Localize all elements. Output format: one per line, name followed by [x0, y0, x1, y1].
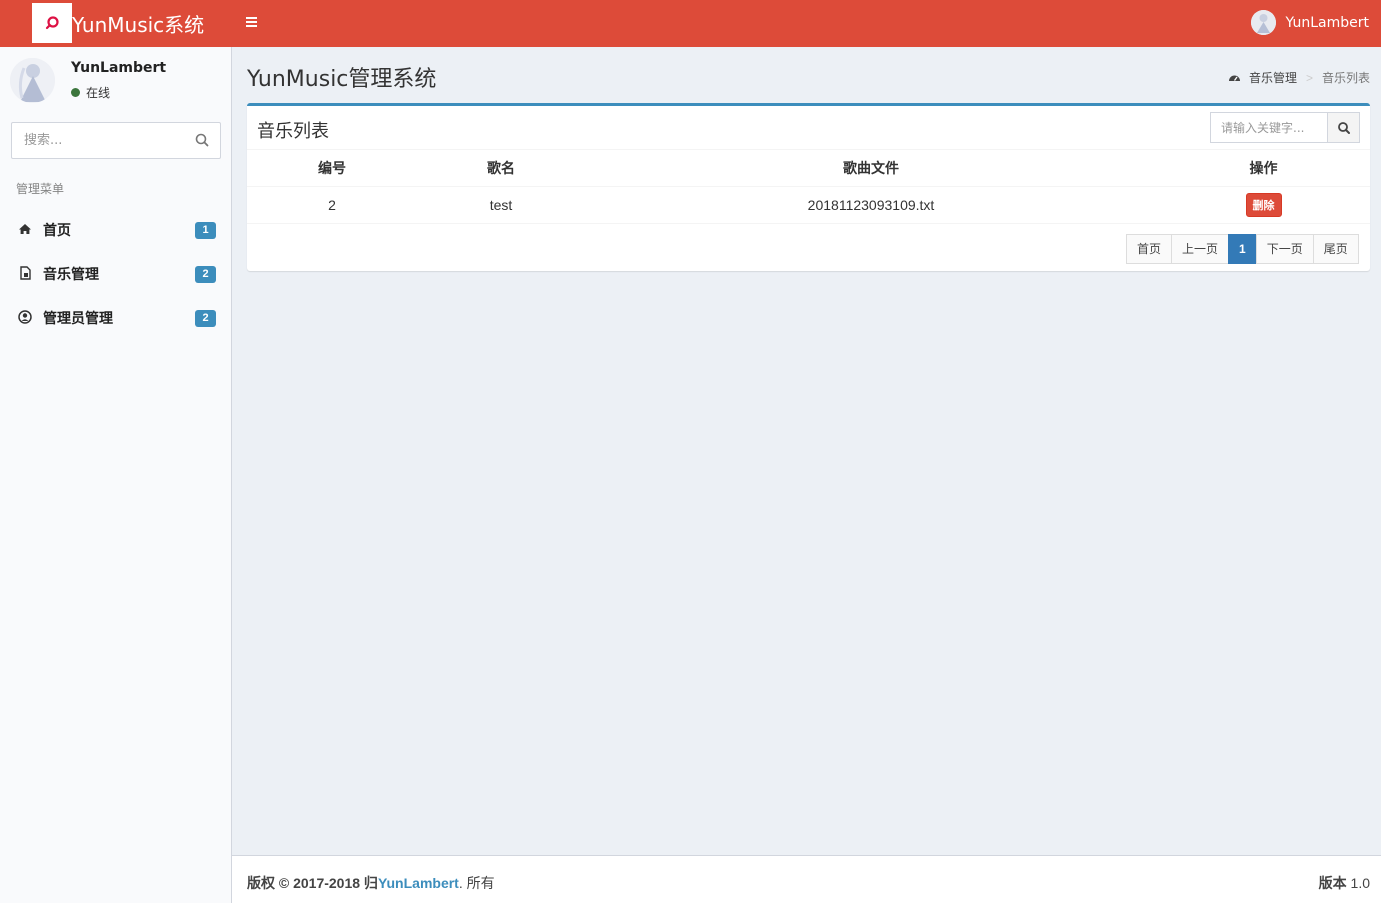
count-badge: 1: [195, 222, 216, 239]
copyright-suffix: . 所有: [458, 875, 495, 891]
sidebar-search-input[interactable]: [12, 123, 182, 158]
cell-file: 20181123093109.txt: [585, 186, 1157, 224]
version: 版本 1.0: [1319, 873, 1370, 893]
table-header-row: 编号 歌名 歌曲文件 操作: [247, 149, 1370, 187]
search-logo-icon: [45, 16, 59, 30]
sidebar-item-label: 音乐管理: [43, 266, 99, 282]
breadcrumb-parent[interactable]: 音乐管理: [1249, 69, 1297, 86]
breadcrumb-current: 音乐列表: [1321, 71, 1370, 85]
prev-page-button[interactable]: 上一页: [1171, 234, 1230, 264]
page-number-button[interactable]: 1: [1228, 234, 1257, 264]
user-panel: YunLambert 在线: [10, 56, 222, 106]
sidebar-item-admins[interactable]: 管理员管理 2: [0, 297, 231, 337]
version-value: 1.0: [1350, 875, 1370, 891]
dashboard-icon: [1228, 71, 1241, 84]
user-menu[interactable]: YunLambert: [1250, 10, 1369, 35]
online-status: 在线: [71, 84, 110, 101]
home-icon: [18, 222, 32, 236]
status-text: 在线: [86, 86, 111, 100]
search-icon[interactable]: [194, 132, 212, 150]
music-list-box: 音乐列表 编号 歌名 歌曲文件 操作 2 test 20181123093109…: [247, 103, 1370, 271]
delete-button[interactable]: 删除: [1245, 193, 1282, 217]
last-page-button[interactable]: 尾页: [1312, 234, 1359, 264]
logo[interactable]: [32, 3, 72, 43]
cell-name: test: [417, 186, 585, 224]
column-header: 编号: [247, 149, 417, 187]
avatar: [10, 58, 55, 103]
count-badge: 2: [195, 266, 216, 283]
table-row: 2 test 20181123093109.txt 删除: [247, 186, 1370, 224]
next-page-button[interactable]: 下一页: [1255, 234, 1314, 264]
search-button[interactable]: [1327, 112, 1360, 143]
sidebar-item-label: 管理员管理: [43, 310, 113, 326]
sidebar-item-home[interactable]: 首页 1: [0, 209, 231, 249]
sidebar-item-label: 首页: [43, 222, 71, 238]
box-title: 音乐列表: [257, 121, 329, 142]
avatar: [1250, 10, 1276, 35]
breadcrumb: 音乐管理 > 音乐列表: [1228, 69, 1370, 86]
sidebar-user-name: YunLambert: [71, 60, 167, 76]
table-search-form: [1210, 112, 1360, 143]
footer: 版权 © 2017-2018 归YunLambert. 所有 版本 1.0: [232, 855, 1381, 903]
column-header: 歌曲文件: [585, 149, 1157, 187]
search-icon: [1337, 121, 1350, 134]
breadcrumb-separator: >: [1305, 70, 1313, 85]
copyright-prefix: 版权 © 2017-2018 归: [247, 875, 378, 891]
version-label: 版本: [1318, 875, 1347, 891]
first-page-button[interactable]: 首页: [1126, 234, 1173, 264]
keyword-search-input[interactable]: [1210, 112, 1328, 143]
user-circle-icon: [18, 310, 32, 324]
app-title[interactable]: YunMusic系统: [72, 9, 204, 38]
header-user-name: YunLambert: [1285, 14, 1369, 31]
copyright-link[interactable]: YunLambert: [378, 875, 459, 891]
music-table: 编号 歌名 歌曲文件 操作 2 test 20181123093109.txt …: [247, 149, 1370, 224]
cell-action: 删除: [1157, 186, 1370, 224]
sidebar-search-form: [11, 122, 221, 159]
sidebar-item-music[interactable]: 音乐管理 2: [0, 253, 231, 293]
page-title: YunMusic管理系统: [247, 67, 437, 92]
count-badge: 2: [195, 310, 216, 327]
pagination: 首页 上一页 1 下一页 尾页: [1126, 234, 1359, 264]
column-header: 操作: [1157, 149, 1370, 187]
status-dot-icon: [71, 88, 80, 97]
top-navbar: YunMusic系统 YunLambert: [0, 0, 1381, 47]
cell-id: 2: [247, 186, 417, 224]
copyright: 版权 © 2017-2018 归YunLambert. 所有: [247, 873, 495, 893]
file-icon: [18, 266, 32, 280]
sidebar: YunLambert 在线 管理菜单 首页 1: [0, 47, 232, 903]
sidebar-toggle-icon[interactable]: [243, 13, 261, 31]
menu-header: 管理菜单: [16, 182, 65, 196]
column-header: 歌名: [417, 149, 585, 187]
